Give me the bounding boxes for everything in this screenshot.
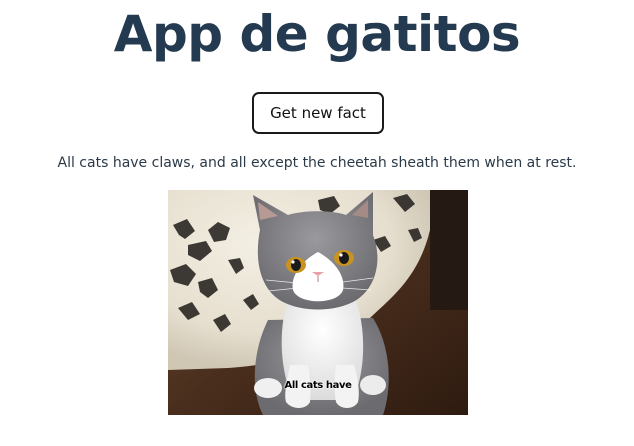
get-new-fact-button[interactable]: Get new fact <box>252 92 384 134</box>
cat-image: All cats have <box>168 190 468 415</box>
image-caption: All cats have <box>284 380 352 391</box>
cat-fact-text: All cats have claws, and all except the … <box>57 155 577 171</box>
app-page: App de gatitos Get new fact All cats hav… <box>0 0 634 446</box>
page-title: App de gatitos <box>113 5 521 63</box>
